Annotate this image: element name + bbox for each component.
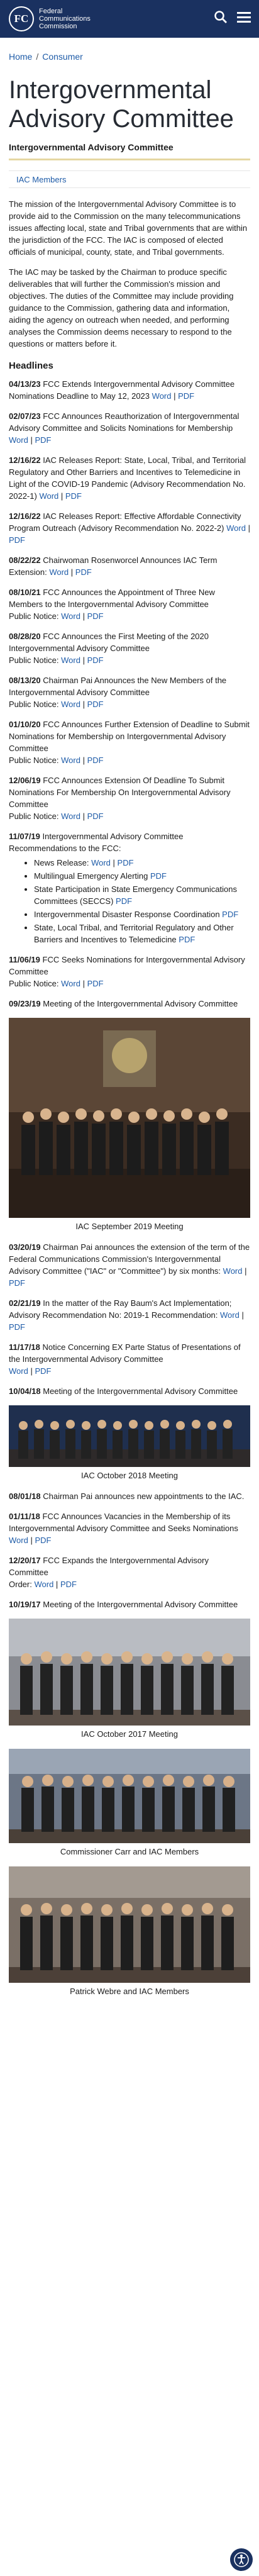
pdf-link[interactable]: PDF	[178, 391, 194, 401]
pdf-link[interactable]: PDF	[87, 700, 104, 709]
recommendation-item: News Release: Word | PDF	[34, 857, 250, 869]
list-item: 08/10/21 FCC Announces the Appointment o…	[9, 588, 215, 621]
list-item: 11/06/19 FCC Seeks Nominations for Inter…	[9, 955, 245, 988]
meeting-photo-sep-2019	[9, 1018, 250, 1218]
page-title: Intergovernmental Advisory Committee	[9, 76, 234, 133]
list-item: 08/13/20 Chairman Pai Announces the New …	[9, 676, 227, 709]
list-item: 12/16/22 IAC Releases Report: State, Loc…	[9, 455, 246, 501]
recommendation-item: Intergovernmental Disaster Response Coor…	[34, 908, 250, 920]
site-header: FC Federal Communications Commission	[0, 0, 259, 38]
word-link[interactable]: Word	[49, 567, 69, 577]
pdf-link[interactable]: PDF	[75, 567, 92, 577]
breadcrumb: Home / Consumer	[9, 52, 83, 62]
word-link[interactable]: Word	[152, 391, 172, 401]
list-item: 08/22/22 Chairwoman Rosenworcel Announce…	[9, 555, 218, 577]
pdf-link[interactable]: PDF	[9, 1278, 25, 1288]
webre-iac-photo	[9, 1866, 250, 1983]
pdf-link[interactable]: PDF	[118, 858, 134, 867]
word-link[interactable]: Word	[39, 491, 58, 501]
photo-caption: Patrick Webre and IAC Members	[70, 1987, 189, 1996]
pdf-link[interactable]: PDF	[116, 896, 132, 906]
menu-icon[interactable]	[236, 10, 251, 24]
pdf-link[interactable]: PDF	[150, 871, 167, 881]
pdf-link[interactable]: PDF	[87, 979, 104, 988]
headlines-heading: Headlines	[9, 360, 53, 371]
word-link[interactable]: Word	[220, 1310, 240, 1320]
list-item: 12/20/17 FCC Expands the Intergovernment…	[9, 1556, 209, 1589]
intro-paragraph: The IAC may be tasked by the Chairman to…	[9, 267, 234, 348]
pdf-link[interactable]: PDF	[87, 811, 104, 821]
list-item: 01/11/18 FCC Announces Vacancies in the …	[9, 1512, 238, 1545]
pdf-link[interactable]: PDF	[65, 491, 82, 501]
section-nav-title[interactable]: Intergovernmental Advisory Committee	[0, 142, 259, 159]
meeting-photo-oct-2018	[9, 1405, 250, 1467]
breadcrumb-home[interactable]: Home	[9, 52, 32, 62]
breadcrumb-consumer[interactable]: Consumer	[42, 52, 83, 62]
pdf-link[interactable]: PDF	[179, 935, 195, 944]
intro-paragraph: The mission of the Intergovernmental Adv…	[9, 199, 248, 257]
photo-caption: IAC October 2018 Meeting	[81, 1471, 178, 1480]
list-item: 03/20/19 Chairman Pai announces the exte…	[9, 1242, 250, 1288]
list-item: 09/23/19 Meeting of the Intergovernmenta…	[9, 999, 238, 1008]
pdf-link[interactable]: PDF	[9, 535, 25, 545]
pdf-link[interactable]: PDF	[222, 910, 238, 919]
word-link[interactable]: Word	[91, 858, 111, 867]
section-nav-item-iac-members: IAC Members	[9, 170, 250, 188]
recommendation-item: State, Local Tribal, and Territorial Reg…	[34, 922, 250, 945]
pdf-link[interactable]: PDF	[35, 1366, 51, 1376]
list-item: 12/06/19 FCC Announces Extension Of Dead…	[9, 776, 231, 821]
meeting-photo-oct-2017	[9, 1619, 250, 1726]
list-item: 08/28/20 FCC Announces the First Meeting…	[9, 632, 209, 665]
fcc-logo[interactable]: FC Federal Communications Commission	[9, 6, 91, 31]
word-link[interactable]: Word	[9, 1536, 28, 1545]
search-icon[interactable]	[214, 10, 228, 24]
word-link[interactable]: Word	[61, 655, 80, 665]
accessibility-button[interactable]	[230, 2548, 253, 2571]
list-item: 01/10/20 FCC Announces Further Extension…	[9, 720, 250, 765]
recommendations-list: News Release: Word | PDF Multilingual Em…	[9, 857, 250, 945]
pdf-link[interactable]: PDF	[60, 1580, 77, 1589]
logo-text: Federal Communications Commission	[39, 8, 91, 30]
main-content: The mission of the Intergovernmental Adv…	[0, 198, 259, 1997]
pdf-link[interactable]: PDF	[87, 655, 104, 665]
word-link[interactable]: Word	[61, 700, 80, 709]
word-link[interactable]: Word	[61, 811, 80, 821]
recommendation-item: State Participation in State Emergency C…	[34, 883, 250, 907]
photo-caption: Commissioner Carr and IAC Members	[60, 1847, 199, 1856]
section-nav-underline	[9, 159, 250, 160]
word-link[interactable]: Word	[61, 756, 80, 765]
list-item: 12/16/22 IAC Releases Report: Effective …	[9, 511, 250, 545]
word-link[interactable]: Word	[223, 1266, 243, 1276]
photo-caption: IAC September 2019 Meeting	[75, 1222, 184, 1231]
list-item: 11/07/19 Intergovernmental Advisory Comm…	[9, 830, 250, 945]
word-link[interactable]: Word	[61, 979, 80, 988]
list-item: 02/21/19 In the matter of the Ray Baum's…	[9, 1298, 244, 1332]
list-item: 04/13/23 FCC Extends Intergovernmental A…	[9, 379, 235, 401]
pdf-link[interactable]: PDF	[87, 756, 104, 765]
word-link[interactable]: Word	[9, 435, 28, 445]
pdf-link[interactable]: PDF	[35, 1536, 51, 1545]
iac-members-link[interactable]: IAC Members	[16, 175, 66, 184]
pdf-link[interactable]: PDF	[87, 611, 104, 621]
word-link[interactable]: Word	[226, 523, 246, 533]
recommendation-item: Multilingual Emergency Alerting PDF	[34, 870, 250, 882]
word-link[interactable]: Word	[61, 611, 80, 621]
word-link[interactable]: Word	[9, 1366, 28, 1376]
list-item: 08/01/18 Chairman Pai announces new appo…	[9, 1492, 245, 1501]
pdf-link[interactable]: PDF	[9, 1322, 25, 1332]
word-link[interactable]: Word	[34, 1580, 53, 1589]
fcc-seal-icon: FC	[9, 6, 34, 31]
list-item: 02/07/23 FCC Announces Reauthorization o…	[9, 411, 240, 445]
list-item: 11/17/18 Notice Concerning EX Parte Stat…	[9, 1342, 241, 1376]
accessibility-icon	[234, 2552, 249, 2567]
carr-iac-photo	[9, 1749, 250, 1843]
pdf-link[interactable]: PDF	[35, 435, 51, 445]
list-item: 10/19/17 Meeting of the Intergovernmenta…	[9, 1600, 238, 1609]
list-item: 10/04/18 Meeting of the Intergovernmenta…	[9, 1386, 238, 1396]
photo-caption: IAC October 2017 Meeting	[81, 1729, 178, 1739]
